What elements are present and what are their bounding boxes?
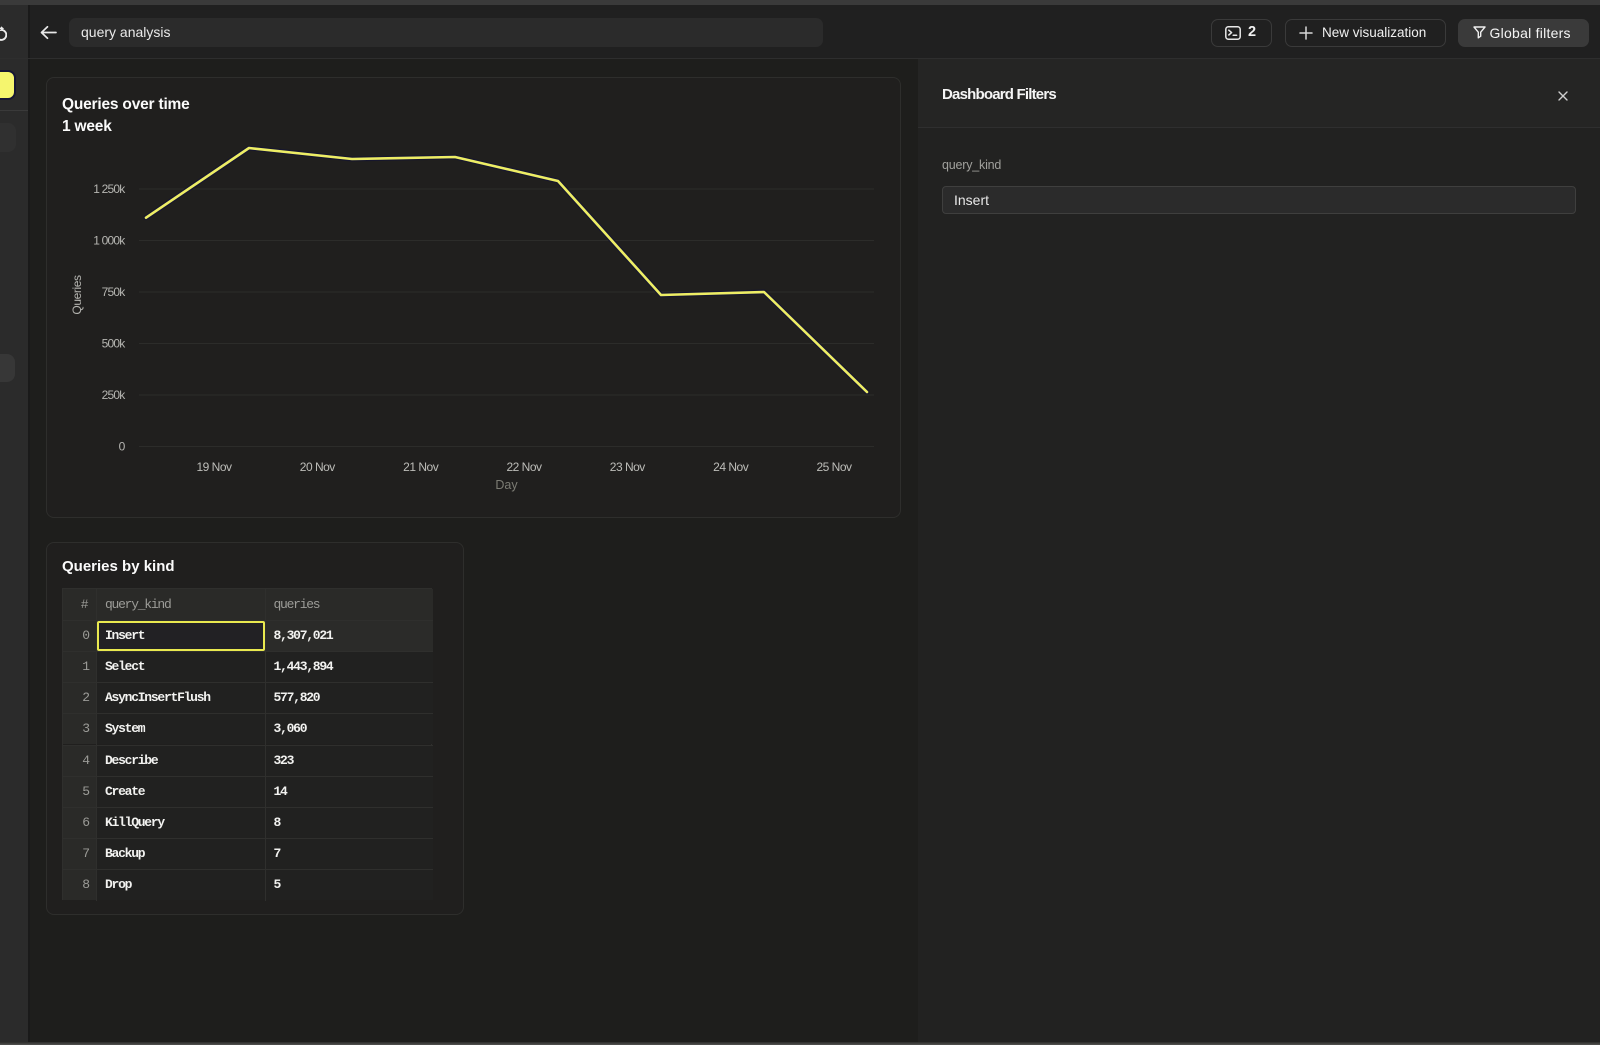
svg-text:500k: 500k (102, 337, 127, 351)
svg-text:21 Nov: 21 Nov (403, 460, 439, 474)
svg-text:20 Nov: 20 Nov (300, 460, 336, 474)
svg-text:750k: 750k (102, 285, 127, 299)
svg-text:25 Nov: 25 Nov (816, 460, 852, 474)
svg-text:1 250k: 1 250k (93, 182, 126, 196)
svg-text:19 Nov: 19 Nov (196, 460, 232, 474)
svg-text:23 Nov: 23 Nov (610, 460, 646, 474)
svg-text:Day: Day (495, 478, 518, 492)
svg-text:Queries: Queries (70, 275, 84, 315)
svg-text:22 Nov: 22 Nov (506, 460, 542, 474)
svg-text:1 000k: 1 000k (93, 234, 126, 248)
svg-text:0: 0 (119, 440, 126, 454)
svg-text:250k: 250k (102, 388, 127, 402)
svg-text:24 Nov: 24 Nov (713, 460, 749, 474)
